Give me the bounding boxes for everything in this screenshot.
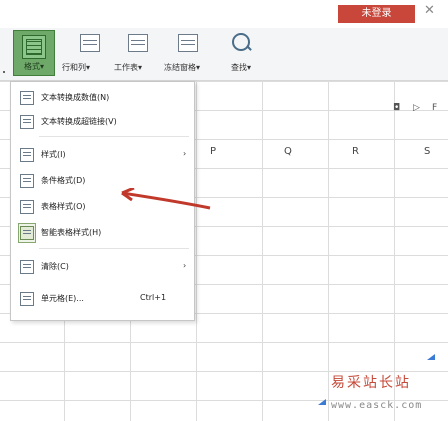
format-label: 格式▾: [23, 62, 44, 71]
worksheet-icon[interactable]: [128, 34, 148, 52]
side-icon-2[interactable]: ▷: [413, 103, 420, 113]
menu-item-label: 文本转换成数值(N): [41, 93, 110, 102]
submenu-arrow-icon: ›: [183, 261, 187, 270]
format-button[interactable]: 格式▾: [13, 30, 55, 76]
column-header-p[interactable]: P: [210, 146, 216, 157]
menu-item-label: 条件格式(D): [41, 176, 86, 185]
column-header-q[interactable]: Q: [284, 146, 292, 157]
watermark-triangle-icon: [427, 354, 435, 360]
menu-item-label: 文本转换成超链接(V): [41, 117, 117, 126]
ribbon-toolbar: 格式▾ 行和列▾ 工作表▾ 冻结窗格▾ 查找▾: [0, 28, 448, 81]
menu-item-cell[interactable]: 单元格(E)... Ctrl+1: [11, 288, 194, 310]
find-icon[interactable]: [232, 33, 250, 51]
menu-item-label: 样式(I): [41, 150, 66, 159]
worksheet-button[interactable]: 工作表▾: [114, 62, 142, 73]
title-bar: 未登录 ✕: [0, 0, 448, 28]
freeze-panes-icon[interactable]: [178, 34, 198, 52]
conditional-format-icon: [20, 174, 34, 188]
menu-item-text-to-hyperlink[interactable]: 文本转换成超链接(V): [11, 111, 194, 133]
menu-item-label: 单元格(E)...: [41, 294, 84, 303]
side-icon-1[interactable]: ◘: [393, 103, 400, 113]
shortcut-label: Ctrl+1: [140, 293, 167, 302]
menu-item-text-to-number[interactable]: 文本转换成数值(N): [11, 87, 194, 109]
column-header-s[interactable]: S: [424, 146, 430, 157]
cell-format-icon: [20, 292, 34, 306]
menu-item-label: 智能表格样式(H): [41, 228, 102, 237]
format-icon: [22, 35, 46, 59]
clear-icon: [20, 260, 34, 274]
menu-item-style[interactable]: 样式(I) ›: [11, 144, 194, 166]
table-style-icon: [20, 200, 34, 214]
login-button[interactable]: 未登录: [338, 5, 415, 23]
rows-columns-icon[interactable]: [80, 34, 100, 52]
freeze-panes-button[interactable]: 冻结窗格▾: [164, 62, 200, 73]
watermark-triangle-icon: [318, 399, 326, 405]
menu-item-label: 表格样式(O): [41, 202, 86, 211]
close-icon[interactable]: ✕: [424, 3, 435, 18]
text-to-hyperlink-icon: [20, 115, 34, 129]
find-button[interactable]: 查找▾: [231, 62, 251, 73]
menu-separator: [39, 248, 189, 249]
watermark-url: www.easck.com: [331, 400, 423, 411]
submenu-arrow-icon: ›: [183, 149, 187, 158]
menu-item-label: 清除(C): [41, 262, 69, 271]
watermark-text: 易采站长站: [331, 375, 411, 391]
menu-item-clear[interactable]: 清除(C) ›: [11, 256, 194, 278]
ribbon-dot: [3, 71, 5, 73]
annotation-arrow-icon: [121, 188, 211, 210]
smart-table-style-icon: [20, 226, 34, 240]
text-to-number-icon: [20, 91, 34, 105]
style-icon: [20, 148, 34, 162]
column-header-r[interactable]: R: [352, 146, 359, 157]
rows-columns-button[interactable]: 行和列▾: [62, 62, 90, 73]
menu-separator: [39, 136, 189, 137]
side-icon-3[interactable]: F: [432, 103, 437, 113]
